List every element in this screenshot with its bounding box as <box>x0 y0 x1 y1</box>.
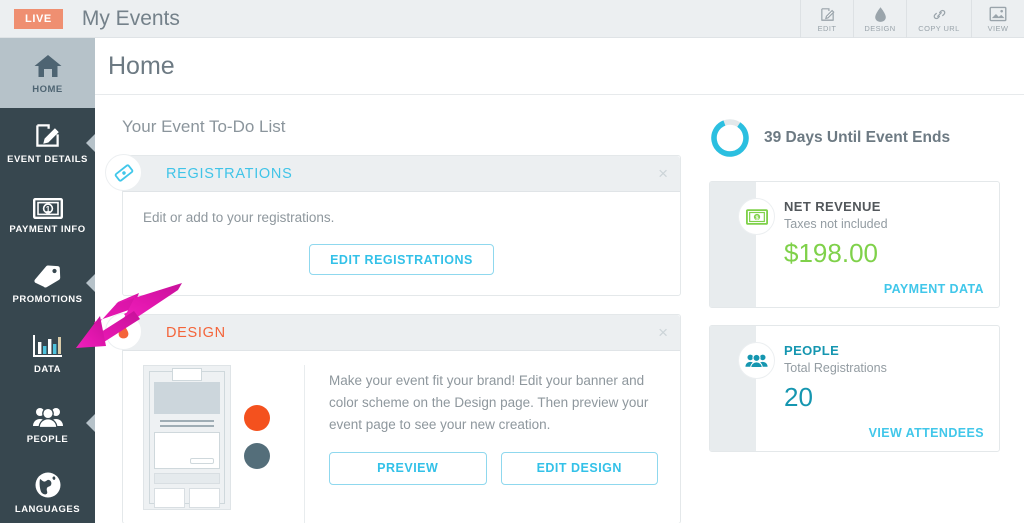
svg-text:$: $ <box>755 215 758 221</box>
sidebar-item-languages-label: LANGUAGES <box>14 504 81 515</box>
link-chain-icon <box>930 6 949 23</box>
countdown-text: 39 Days Until Event Ends <box>764 129 951 146</box>
sidebar-item-languages[interactable]: LANGUAGES <box>0 458 95 523</box>
summary-column: 39 Days Until Event Ends $ NET REVENUE T… <box>695 95 1024 523</box>
design-card-header: DESIGN × <box>123 315 680 351</box>
svg-text:1: 1 <box>45 205 50 214</box>
people-group-icon <box>32 401 64 429</box>
sidebar-item-home[interactable]: HOME <box>0 38 95 108</box>
sidebar-item-data-label: DATA <box>34 364 61 375</box>
secondary-color-swatch[interactable] <box>244 443 270 469</box>
app-root: LIVE My Events EDIT DESIGN COPY URL VIEW… <box>0 0 1024 523</box>
house-icon <box>33 51 63 79</box>
app-title: My Events <box>81 6 180 30</box>
registrations-card-text: Edit or add to your registrations. <box>143 210 335 225</box>
design-button[interactable]: DESIGN <box>853 0 906 38</box>
banknote-icon: 1 <box>32 191 63 219</box>
pencil-square-icon <box>33 121 62 149</box>
sidebar-item-payment-info[interactable]: 1 PAYMENT INFO <box>0 178 95 248</box>
people-subtitle: Total Registrations <box>784 361 887 375</box>
sidebar-item-data[interactable]: DATA <box>0 318 95 388</box>
view-button[interactable]: VIEW <box>971 0 1024 38</box>
payment-data-link[interactable]: PAYMENT DATA <box>756 282 984 296</box>
globe-icon <box>34 471 62 499</box>
close-icon[interactable]: × <box>658 324 668 341</box>
pencil-square-icon <box>819 6 836 23</box>
sidebar-item-event-details-label: EVENT DETAILS <box>7 154 88 165</box>
content-columns: Your Event To-Do List REGISTRATIONS × Ed… <box>95 95 1024 523</box>
people-card: PEOPLE Total Registrations 20 VIEW ATTEN… <box>709 325 1000 452</box>
sidebar-item-promotions[interactable]: PROMOTIONS <box>0 248 95 318</box>
banknote-icon: $ <box>738 198 775 235</box>
design-card-text: Make your event fit your brand! Edit you… <box>329 373 649 432</box>
people-group-icon <box>738 342 775 379</box>
color-swatches <box>244 365 270 469</box>
design-card: DESIGN × Make your event fit your brand!… <box>105 313 681 523</box>
top-bar: LIVE My Events EDIT DESIGN COPY URL VIEW <box>0 0 1024 38</box>
ticket-icon <box>105 154 142 191</box>
registrations-button-row: EDIT REGISTRATIONS <box>143 244 660 275</box>
edit-design-button[interactable]: EDIT DESIGN <box>500 451 658 485</box>
sidebar-item-people-label: PEOPLE <box>26 434 69 445</box>
design-card-title: DESIGN <box>166 324 226 341</box>
preview-button[interactable]: PREVIEW <box>329 451 487 485</box>
design-button-label: DESIGN <box>864 23 896 33</box>
bar-chart-icon <box>32 331 64 359</box>
design-card-text-area: Make your event fit your brand! Edit you… <box>305 365 680 523</box>
sidebar: HOME EVENT DETAILS 1 PAYMENT INFO PROMOT… <box>0 38 95 523</box>
view-button-label: VIEW <box>987 23 1009 33</box>
countdown-widget: 39 Days Until Event Ends <box>709 117 1024 159</box>
net-revenue-subtitle: Taxes not included <box>784 217 888 231</box>
design-card-body: Make your event fit your brand! Edit you… <box>123 351 680 523</box>
sidebar-item-promotions-label: PROMOTIONS <box>12 294 83 305</box>
registrations-card-header: REGISTRATIONS × <box>123 156 680 192</box>
primary-color-swatch[interactable] <box>244 405 270 431</box>
section-title: Your Event To-Do List <box>122 117 286 136</box>
chevron-left-icon <box>86 414 95 432</box>
droplet-icon <box>105 313 142 350</box>
droplet-icon <box>874 6 887 23</box>
main-content: Home Your Event To-Do List REGISTRATIONS… <box>95 38 1024 523</box>
registrations-card: REGISTRATIONS × Edit or add to your regi… <box>105 154 681 296</box>
sidebar-item-home-label: HOME <box>32 84 63 95</box>
sidebar-item-event-details[interactable]: EVENT DETAILS <box>0 108 95 178</box>
net-revenue-value: $198.00 <box>784 238 878 268</box>
image-icon <box>989 6 1007 23</box>
todo-column: Your Event To-Do List REGISTRATIONS × Ed… <box>95 95 695 523</box>
edit-registrations-button[interactable]: EDIT REGISTRATIONS <box>309 244 494 275</box>
people-value: 20 <box>784 382 813 412</box>
people-title: PEOPLE <box>784 343 840 358</box>
page-mockup-thumbnail <box>143 365 231 510</box>
topbar-actions: EDIT DESIGN COPY URL VIEW <box>800 0 1024 38</box>
edit-button-label: EDIT <box>817 23 837 33</box>
copy-url-button[interactable]: COPY URL <box>906 0 971 38</box>
edit-button[interactable]: EDIT <box>800 0 853 38</box>
live-status-badge: LIVE <box>14 8 63 29</box>
design-preview-area <box>123 365 305 523</box>
page-title: Home <box>108 51 175 80</box>
countdown-ring-icon <box>711 119 749 157</box>
net-revenue-card: $ NET REVENUE Taxes not included $198.00… <box>709 181 1000 308</box>
close-icon[interactable]: × <box>658 165 668 182</box>
registrations-card-title: REGISTRATIONS <box>166 165 293 182</box>
net-revenue-title: NET REVENUE <box>784 199 881 214</box>
registrations-card-body: Edit or add to your registrations. EDIT … <box>123 192 680 295</box>
design-button-row: PREVIEW EDIT DESIGN <box>329 451 658 485</box>
copy-url-button-label: COPY URL <box>918 23 960 33</box>
sidebar-item-people[interactable]: PEOPLE <box>0 388 95 458</box>
tag-icon <box>33 261 63 289</box>
chevron-left-icon <box>86 134 95 152</box>
sidebar-item-payment-info-label: PAYMENT INFO <box>9 224 86 235</box>
page-header: Home <box>95 38 1024 95</box>
view-attendees-link[interactable]: VIEW ATTENDEES <box>756 426 984 440</box>
chevron-left-icon <box>86 274 95 292</box>
